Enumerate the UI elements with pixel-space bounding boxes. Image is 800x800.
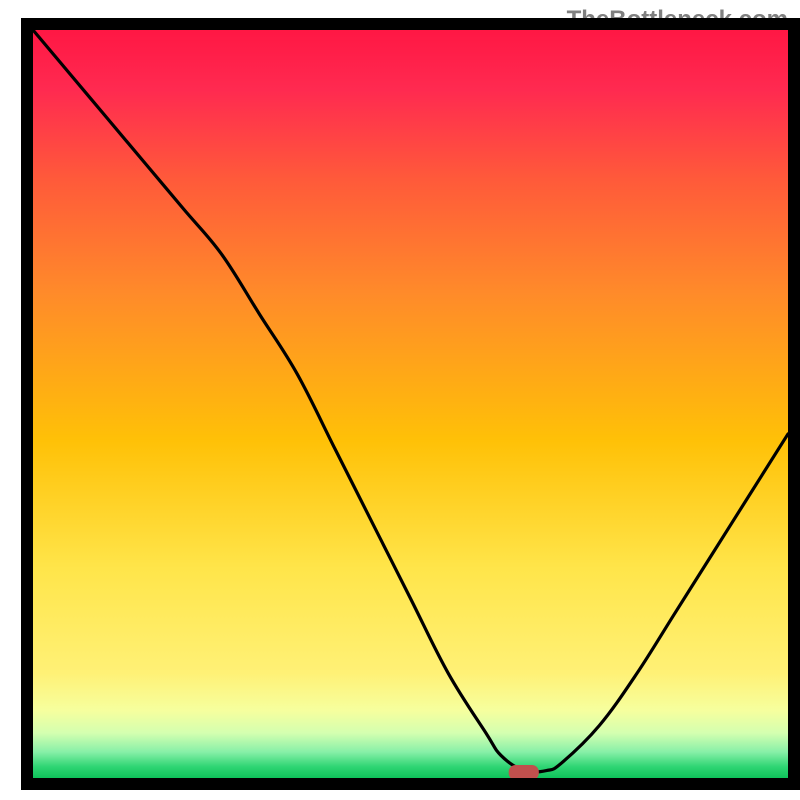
bottleneck-chart: TheBottleneck.com — [0, 0, 800, 800]
chart-frame — [0, 0, 800, 800]
